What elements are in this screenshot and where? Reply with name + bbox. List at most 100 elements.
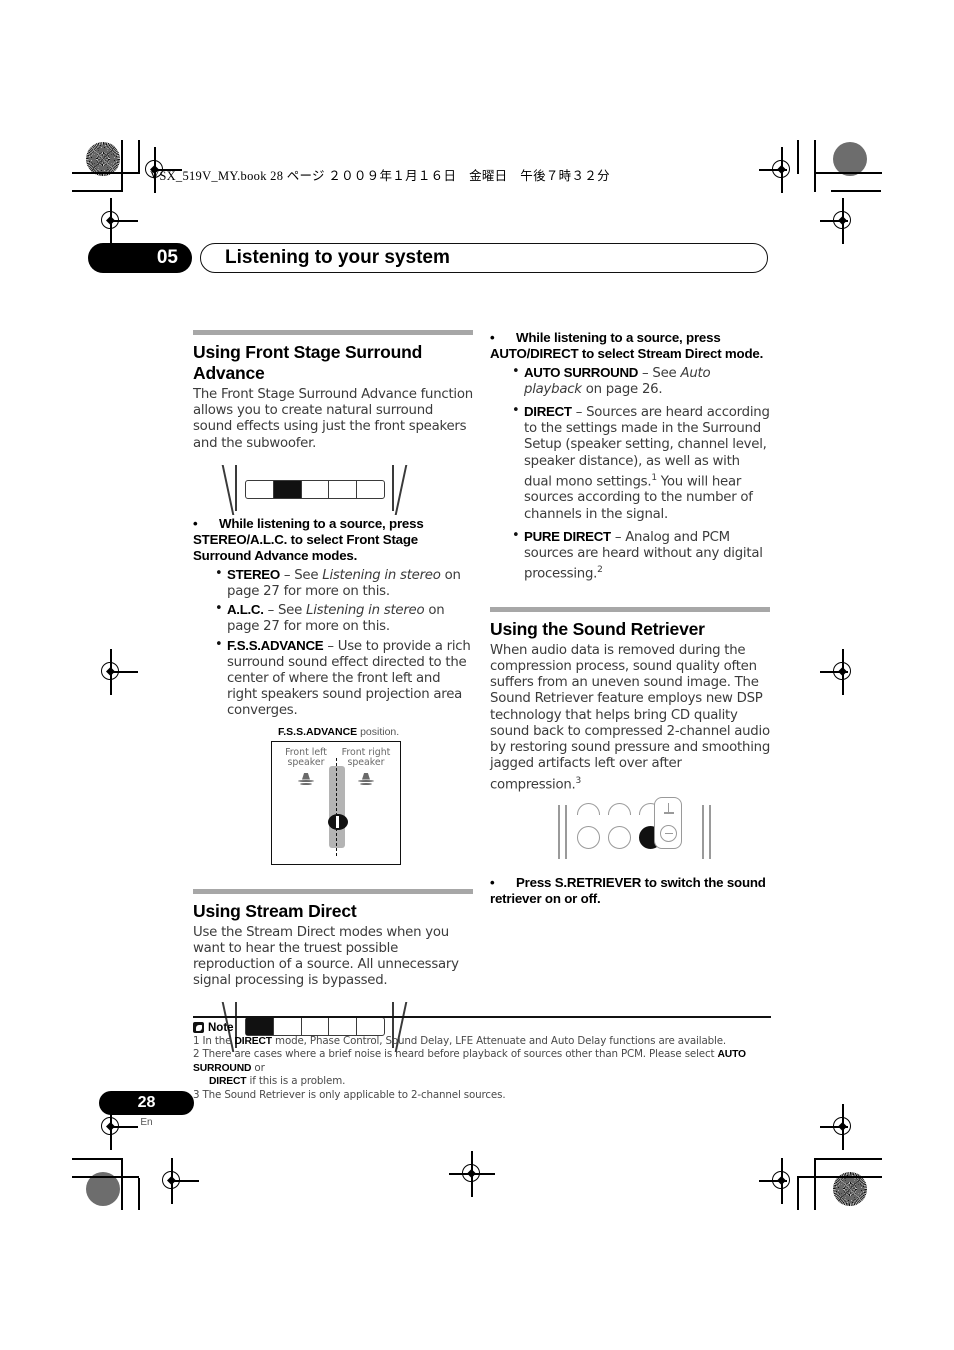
crop-line (121, 140, 123, 192)
list-item: PURE DIRECT – Analog and PCM sources are… (512, 528, 770, 583)
mode-text-pre: See (290, 567, 323, 583)
mode-term: STEREO (227, 566, 280, 582)
instruction-list-stream-direct: • While listening to a source, press AUTO… (490, 330, 770, 363)
remote-button-row-top (608, 803, 631, 816)
note-text-post: or (251, 1061, 265, 1074)
registration-mark (449, 1151, 495, 1197)
remote-button (577, 826, 600, 850)
note-number: 2 (193, 1048, 200, 1061)
section-body-text: When audio data is removed during the co… (490, 642, 771, 792)
note-bold: DIRECT (234, 1035, 273, 1047)
footnote-ref: 2 (597, 565, 603, 576)
note-block: Note 1 In the DIRECT mode, Phase Control… (193, 1016, 771, 1102)
registration-mark (759, 147, 799, 193)
mode-term: DIRECT (524, 404, 572, 419)
footnote-ref: 3 (575, 775, 582, 786)
figure-caption-bold: F.S.S.ADVANCE (278, 725, 358, 738)
mode-list-front-stage: STEREO – See Listening in stereo on page… (193, 566, 473, 720)
mode-term: PURE DIRECT (524, 528, 611, 544)
section-rule (193, 888, 473, 894)
list-item: STEREO – See Listening in stereo on page… (215, 566, 473, 600)
mode-term: F.S.S.ADVANCE (227, 637, 324, 653)
right-column: • While listening to a source, press AUTO… (490, 330, 770, 908)
note-icon (193, 1022, 204, 1034)
note-title: Note (208, 1021, 234, 1034)
note-text-post: if this is a problem. (246, 1075, 346, 1088)
list-item: F.S.S.ADVANCE – Use to provide a rich su… (215, 637, 473, 720)
mode-text-post: on page 26. (581, 381, 663, 397)
remote-button-row-top (577, 803, 600, 816)
crop-line (72, 172, 139, 174)
crop-line (814, 1158, 816, 1210)
mode-italic: Listening in stereo (322, 567, 441, 583)
registration-mark (759, 1158, 799, 1204)
note-item: DIRECT if this is a problem. (193, 1075, 771, 1089)
crop-line (814, 1158, 882, 1160)
section-heading-stream-direct: Using Stream Direct (193, 900, 357, 921)
instruction-sound-retriever: • Press S.RETRIEVER to switch the sound r… (490, 875, 766, 907)
note-item: 1 In the DIRECT mode, Phase Control, Sou… (193, 1035, 771, 1049)
instruction-list-sound-retriever: • Press S.RETRIEVER to switch the sound r… (490, 875, 770, 908)
left-column: Using Front Stage Surround Advance The F… (193, 330, 473, 1053)
figure-caption-rest: position. (357, 725, 400, 738)
book-file-line: VSX_519V_MY.book 28 ページ ２００９年１月１６日 金曜日 午… (150, 169, 610, 183)
speaker-icon-right (357, 772, 375, 787)
instruction-list: • While listening to a source, press STER… (193, 516, 473, 565)
note-text-pre: The Sound Retriever is only applicable t… (202, 1088, 506, 1101)
halftone-target-icon (86, 142, 120, 176)
note-number: 3 (193, 1088, 200, 1101)
volume-up-icon (660, 803, 677, 815)
document-page: VSX_519V_MY.book 28 ページ ２００９年１月１６日 金曜日 午… (0, 0, 954, 1350)
section-rule (193, 330, 473, 335)
instruction-stream-direct: • While listening to a source, press AUTO… (490, 330, 764, 362)
mode-text-pre: See (648, 365, 681, 381)
registration-mark (820, 1104, 860, 1150)
section-heading-front-stage: Using Front Stage Surround Advance (193, 342, 423, 383)
registration-mark (94, 649, 138, 695)
page-language-code: En (140, 1117, 153, 1128)
mode-italic: Listening in stereo (306, 603, 425, 619)
section-heading-sound-retriever: Using the Sound Retriever (490, 618, 705, 639)
crop-line (138, 1178, 140, 1210)
mode-list-stream-direct: AUTO SURROUND – See Auto playback on pag… (490, 364, 770, 583)
list-item: AUTO SURROUND – See Auto playback on pag… (512, 364, 770, 398)
remote-buttons-diagram (550, 797, 730, 863)
crop-line (72, 1158, 122, 1160)
instruction-text: While listening to a source, press STERE… (193, 515, 424, 564)
list-item: A.L.C. – See Listening in stereo on page… (215, 601, 473, 635)
halftone-target-icon (833, 142, 867, 176)
note-text-pre: In the (202, 1034, 235, 1047)
divider (193, 1016, 771, 1018)
section-intro-stream-direct: Use the Stream Direct modes when you wan… (193, 924, 459, 989)
chapter-number: 05 (88, 243, 192, 273)
crop-line (72, 1176, 139, 1178)
mode-text-pre: See (274, 603, 307, 619)
mode-term: AUTO SURROUND (524, 364, 639, 380)
list-item: DIRECT – Sources are heard according to … (512, 403, 770, 523)
section-rule (490, 606, 770, 612)
remote-button (608, 826, 631, 850)
note-item: 3 The Sound Retriever is only applicable… (193, 1089, 771, 1102)
chapter-header: 05 Listening to your system (88, 243, 768, 273)
front-panel-display-diagram (193, 462, 473, 516)
center-axis-line (336, 757, 338, 856)
registration-mark (820, 198, 860, 244)
instruction-text: While listening to a source, press AUTO/… (490, 330, 764, 362)
listener-position-marker (328, 813, 348, 830)
label-front-right-speaker: Front right speaker (341, 746, 391, 769)
note-text-pre: There are cases where a brief noise is h… (202, 1048, 718, 1061)
crop-line (814, 172, 882, 174)
crop-line (831, 190, 881, 192)
instruction-front-stage: • While listening to a source, press STER… (193, 515, 424, 564)
note-bold: DIRECT (209, 1076, 247, 1088)
page-number-badge: 28 (99, 1091, 194, 1115)
fss-advance-figure: Front left speaker Front right speaker (271, 740, 401, 865)
registration-mark (94, 198, 138, 244)
figure-caption: F.S.S.ADVANCE position. (278, 726, 473, 738)
page-title: Listening to your system (200, 243, 768, 273)
crop-line (72, 190, 122, 192)
crop-line (797, 1176, 882, 1178)
registration-mark (155, 1158, 199, 1204)
section-intro-front-stage: The Front Stage Surround Advance functio… (193, 387, 473, 451)
label-front-left-speaker: Front left speaker (285, 746, 327, 769)
